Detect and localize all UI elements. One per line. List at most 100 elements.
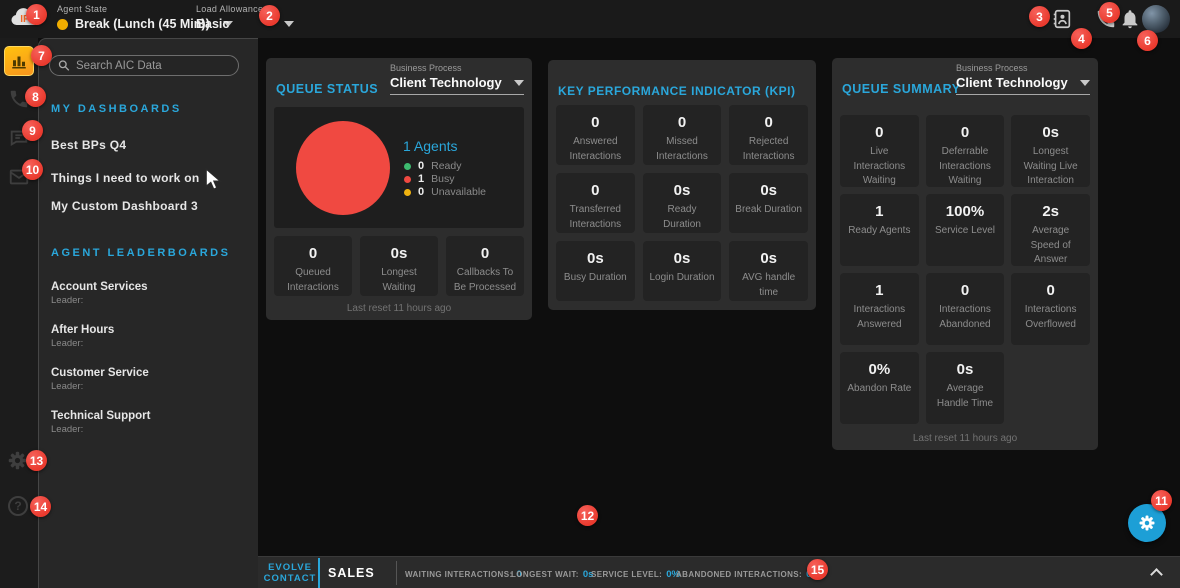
kpi-cell: 0s Ready Duration — [643, 173, 722, 233]
summary-cell: 0% Abandon Rate — [840, 352, 919, 424]
annotation-badge-7: 7 — [31, 45, 52, 66]
business-process-name: SALES — [328, 566, 375, 580]
kpi-panel: KEY PERFORMANCE INDICATOR (KPI) 0 Answer… — [548, 60, 816, 310]
queue-status-title: QUEUE STATUS — [276, 82, 378, 96]
ready-count: 0 — [418, 160, 424, 172]
load-allowance-value: Basic — [196, 17, 229, 31]
sidebar-item-best-bps-q4[interactable]: Best BPs Q4 — [51, 138, 126, 152]
bar-chart-icon — [10, 52, 28, 70]
leaderboard-account-services[interactable]: Account Services Leader: — [51, 281, 148, 306]
gear-icon — [1138, 514, 1156, 532]
summary-value: 0 — [845, 124, 914, 141]
summary-value: 100% — [931, 203, 1000, 220]
summary-label: Service Level — [931, 224, 1000, 239]
summary-value: 2s — [1016, 203, 1085, 220]
summary-cell: 0s Longest Waiting Live Interaction — [1011, 115, 1090, 187]
kpi-title: KEY PERFORMANCE INDICATOR (KPI) — [558, 84, 796, 98]
dashboards-rail-item[interactable] — [4, 46, 34, 76]
summary-label: Abandon Rate — [845, 382, 914, 397]
search-icon — [58, 59, 70, 72]
sidebar-item-custom-dashboard-3[interactable]: My Custom Dashboard 3 — [51, 199, 198, 213]
unavailable-label: Unavailable — [431, 186, 486, 198]
search-input[interactable] — [76, 60, 230, 72]
leaderboard-technical-support[interactable]: Technical Support Leader: — [51, 410, 150, 435]
help-glyph: ? — [14, 499, 21, 513]
summary-value: 0 — [1016, 282, 1085, 299]
kpi-label: Ready Duration — [648, 203, 717, 232]
leaderboard-customer-service[interactable]: Customer Service Leader: — [51, 367, 149, 392]
summary-cell: 2s Average Speed of Answer — [1011, 194, 1090, 266]
kpi-cell: 0s Busy Duration — [556, 241, 635, 301]
leaderboard-name: Customer Service — [51, 367, 149, 379]
annotation-badge-6: 6 — [1137, 30, 1158, 51]
stat-label: Longest Waiting — [365, 266, 433, 295]
annotation-badge-1: 1 — [26, 4, 47, 25]
kpi-label: Login Duration — [648, 271, 717, 286]
summary-value: 0% — [845, 361, 914, 378]
abandoned-interactions-stat: ABANDONED INTERACTIONS: 0 — [676, 569, 811, 580]
summary-value: 0s — [931, 361, 1000, 378]
top-bar: IP Agent State Break (Lunch (45 Min)) Lo… — [0, 0, 1180, 38]
kpi-value: 0s — [734, 250, 803, 267]
search-box[interactable] — [49, 55, 239, 76]
annotation-badge-11: 11 — [1151, 490, 1172, 511]
divider — [318, 558, 320, 588]
queue-summary-title: QUEUE SUMMARY — [842, 82, 961, 96]
logo-line1: EVOLVE — [261, 562, 319, 573]
agent-status-pie — [296, 121, 390, 215]
leaderboard-leader-label: Leader: — [51, 295, 148, 306]
kpi-cell: 0 Answered Interactions — [556, 105, 635, 165]
kpi-cell: 0s Login Duration — [643, 241, 722, 301]
kpi-label: Transferred Interactions — [561, 203, 630, 232]
help-icon[interactable]: ? — [8, 496, 28, 516]
business-process-label: Business Process — [956, 63, 1090, 73]
business-process-dropdown[interactable]: Business Process Client Technology — [390, 63, 524, 95]
annotation-badge-15: 15 — [807, 559, 828, 580]
summary-cell: 0 Deferrable Interactions Waiting — [926, 115, 1005, 187]
stat-value: 0 — [451, 245, 519, 262]
summary-cell: 0 Interactions Overflowed — [1011, 273, 1090, 345]
sidebar-item-things-to-work-on[interactable]: Things I need to work on — [51, 171, 200, 185]
busy-count: 1 — [418, 173, 424, 185]
mouse-cursor — [205, 168, 223, 193]
address-book-icon[interactable] — [1051, 8, 1073, 30]
leaderboard-after-hours[interactable]: After Hours Leader: — [51, 324, 114, 349]
user-avatar[interactable] — [1142, 5, 1170, 33]
summary-label: Interactions Abandoned — [931, 303, 1000, 332]
last-reset-note: Last reset 11 hours ago — [832, 433, 1098, 444]
agent-desktop-app: IP Agent State Break (Lunch (45 Min)) Lo… — [0, 0, 1180, 588]
annotation-badge-3: 3 — [1029, 6, 1050, 27]
leaderboard-name: After Hours — [51, 324, 114, 336]
summary-label: Average Handle Time — [931, 382, 1000, 411]
kpi-value: 0s — [561, 250, 630, 267]
leaderboard-leader-label: Leader: — [51, 338, 114, 349]
queue-status-panel: QUEUE STATUS Business Process Client Tec… — [266, 58, 532, 320]
stat-label: WAITING INTERACTIONS: — [405, 570, 513, 579]
ready-label: Ready — [431, 160, 461, 172]
chevron-down-icon — [284, 21, 294, 27]
stat-cell: 0s Longest Waiting — [360, 236, 438, 296]
business-process-dropdown[interactable]: Business Process Client Technology — [956, 63, 1090, 95]
annotation-badge-8: 8 — [25, 86, 46, 107]
summary-label: Longest Waiting Live Interaction — [1016, 145, 1085, 189]
kpi-label: Busy Duration — [561, 271, 630, 286]
stat-label: Queued Interactions — [279, 266, 347, 295]
settings-gear-icon[interactable] — [7, 450, 28, 471]
annotation-badge-2: 2 — [259, 5, 280, 26]
stat-label: SERVICE LEVEL: — [591, 570, 662, 579]
chevron-up-icon[interactable] — [1150, 568, 1163, 581]
bell-icon[interactable] — [1119, 8, 1141, 30]
annotation-badge-10: 10 — [22, 159, 43, 180]
longest-wait-stat: LONGEST WAIT: 0s — [511, 569, 593, 580]
queue-status-stats: 0 Queued Interactions 0s Longest Waiting… — [274, 236, 524, 296]
kpi-label: Break Duration — [734, 203, 803, 218]
legend-busy: 1 Busy — [404, 173, 454, 185]
summary-label: Interactions Overflowed — [1016, 303, 1085, 332]
stat-value: 0 — [279, 245, 347, 262]
kpi-label: AVG handle time — [734, 271, 803, 300]
summary-value: 1 — [845, 282, 914, 299]
kpi-label: Rejected Interactions — [734, 135, 803, 164]
evolve-contact-logo: EVOLVE CONTACT — [261, 562, 319, 584]
kpi-value: 0s — [648, 250, 717, 267]
kpi-cell: 0 Transferred Interactions — [556, 173, 635, 233]
